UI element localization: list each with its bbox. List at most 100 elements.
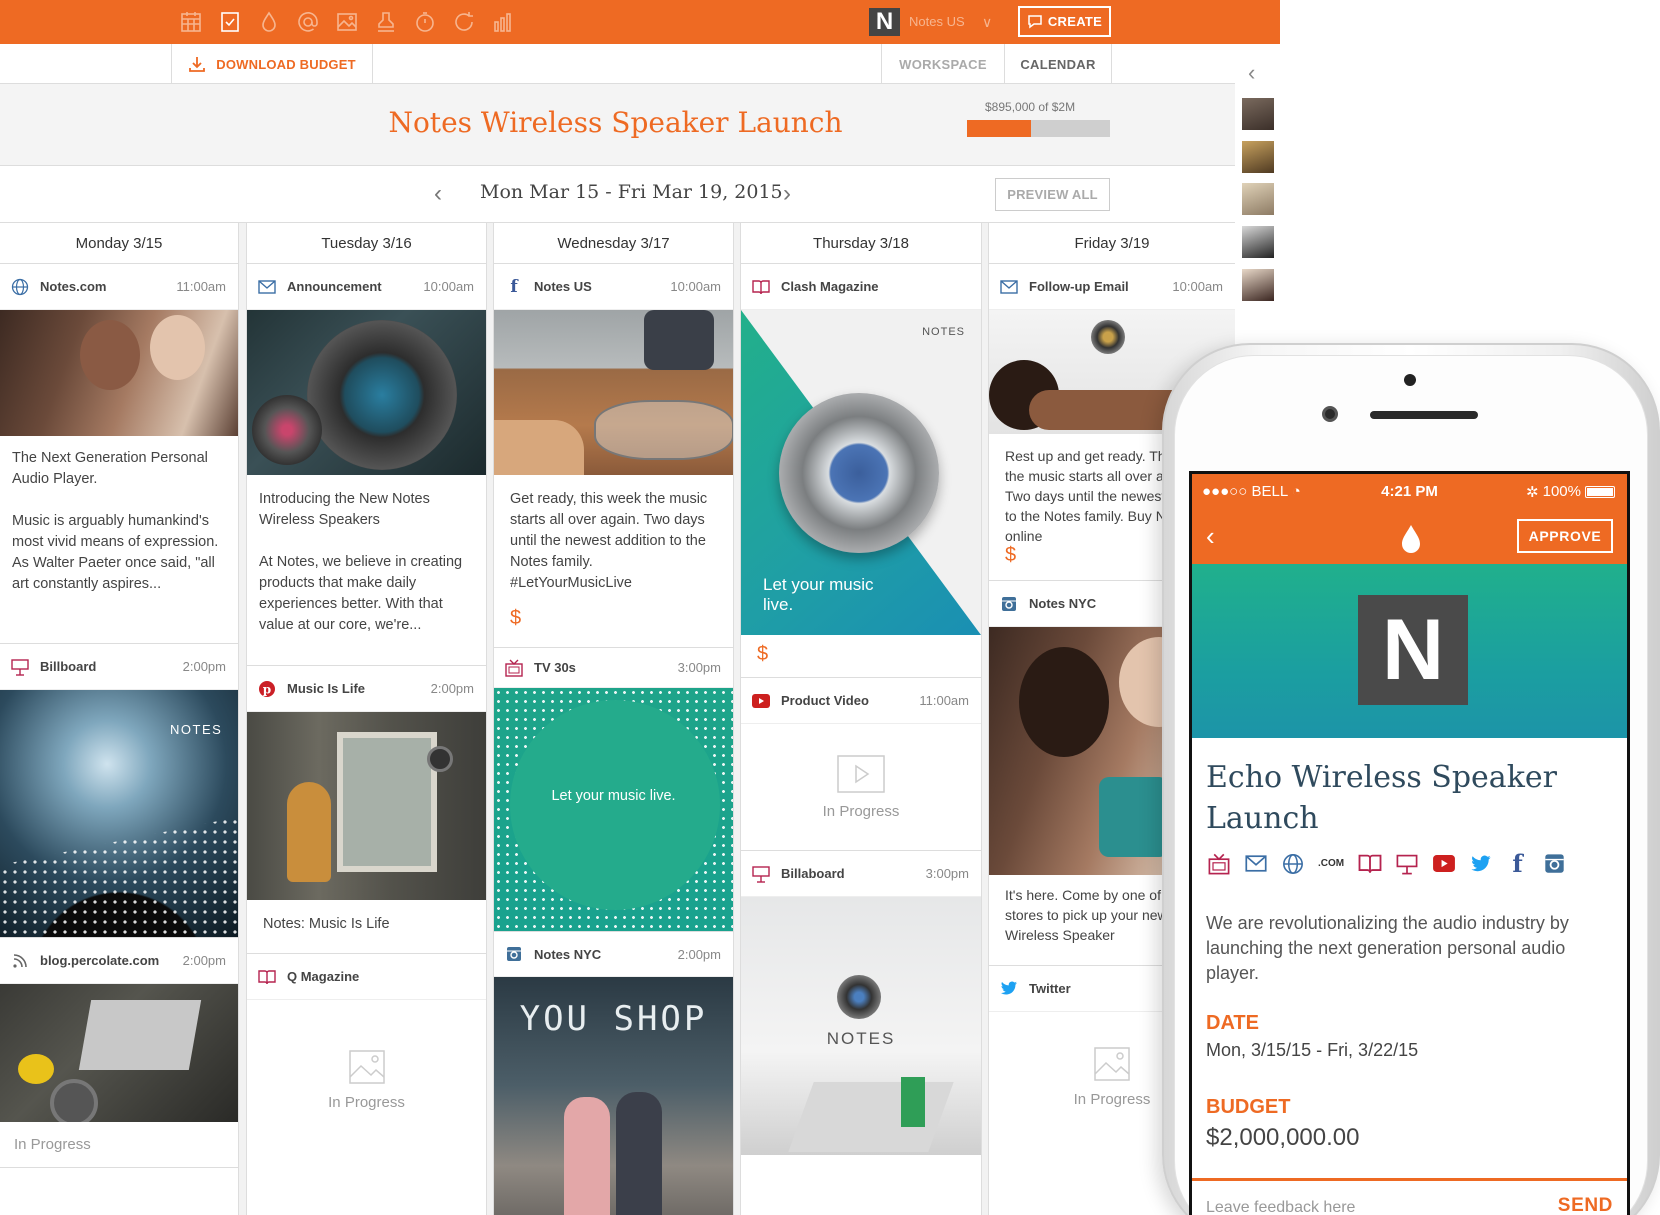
card-image	[494, 310, 733, 475]
drop-logo-icon	[1402, 525, 1420, 553]
day-header: Tuesday 3/16	[247, 223, 486, 264]
create-button[interactable]: CREATE	[1018, 6, 1111, 37]
content-card[interactable]: p Music Is Life 2:00pm Notes: Music Is L…	[247, 666, 486, 954]
card-image: NOTES	[0, 690, 238, 937]
tv-icon	[504, 658, 524, 678]
image-overlay-text: Let your music live.	[763, 575, 874, 614]
phone-camera	[1322, 406, 1338, 422]
tab-workspace[interactable]: WORKSPACE	[881, 44, 1004, 84]
globe-icon[interactable]	[1280, 851, 1305, 876]
avatar[interactable]	[1242, 141, 1274, 173]
card-text: Get ready, this week the music starts al…	[510, 491, 708, 591]
send-button[interactable]: SEND	[1558, 1195, 1613, 1215]
content-card[interactable]: Billaboard 3:00pm NOTES	[741, 851, 981, 1155]
content-card[interactable]: Billboard 2:00pm NOTES	[0, 644, 238, 938]
brand-mark: NOTES	[922, 326, 965, 338]
phone-speaker	[1370, 411, 1478, 419]
budget-label: BUDGET	[1206, 1096, 1291, 1118]
content-card[interactable]: TV 30s 3:00pm Let your music live.	[494, 648, 733, 932]
campaign-title: Echo Wireless Speaker Launch	[1206, 760, 1557, 836]
mobile-nav-bar: ‹ APPROVE	[1192, 509, 1627, 564]
toolbar-icons	[178, 9, 516, 35]
preview-all-button[interactable]: PREVIEW ALL	[995, 178, 1110, 211]
back-chevron-icon[interactable]: ‹	[1206, 521, 1215, 552]
card-header: Billaboard 3:00pm	[741, 851, 981, 897]
card-time: 11:00am	[176, 279, 226, 294]
status-bar: ●●●○○ BELL ◔ 4:21 PM ✲ 100%	[1192, 474, 1627, 509]
phone-sensor	[1404, 374, 1416, 386]
chat-bubble-icon	[1028, 14, 1042, 28]
content-card[interactable]: Clash Magazine NOTES Let your music live…	[741, 264, 981, 678]
day-column-wednesday: Wednesday 3/17 f Notes US 10:00am Get re…	[493, 223, 734, 1215]
card-channel: Q Magazine	[287, 969, 360, 984]
billboard-icon[interactable]	[1394, 851, 1419, 876]
instagram-icon[interactable]	[1542, 851, 1567, 876]
chevron-down-icon[interactable]: ∨	[982, 14, 992, 31]
mention-icon[interactable]	[295, 9, 321, 35]
phone-screen: ●●●○○ BELL ◔ 4:21 PM ✲ 100% ‹ APPROVE N E…	[1189, 471, 1630, 1215]
card-image: NOTES Let your music live.	[741, 310, 981, 635]
card-time: 2:00pm	[430, 681, 474, 696]
dotcom-icon[interactable]: .COM	[1317, 851, 1345, 876]
rss-icon	[10, 951, 30, 971]
download-budget-button[interactable]: DOWNLOAD BUDGET	[171, 44, 373, 84]
card-image	[247, 712, 486, 900]
card-time: 2:00pm	[677, 946, 721, 962]
timer-icon[interactable]	[412, 9, 438, 35]
calendar-icon[interactable]	[178, 9, 204, 35]
card-channel: Notes.com	[40, 279, 107, 294]
checklist-icon[interactable]	[217, 9, 243, 35]
content-card[interactable]: Notes.com 11:00am The Next Generation Pe…	[0, 264, 238, 644]
card-channel: Notes NYC	[534, 946, 602, 962]
twitter-icon[interactable]	[1468, 851, 1493, 876]
top-toolbar: N Notes US ∨ CREATE	[0, 0, 1280, 44]
tab-calendar[interactable]: CALENDAR	[1004, 44, 1112, 84]
drop-icon[interactable]	[256, 9, 282, 35]
card-status: In Progress	[14, 1136, 91, 1153]
content-card[interactable]: f Notes US 10:00am Get ready, this week …	[494, 264, 733, 648]
content-card[interactable]: Notes NYC 2:00pm YOU SHOP	[494, 932, 733, 1215]
mail-icon	[999, 277, 1019, 297]
chevron-right-icon[interactable]: ›	[783, 180, 791, 208]
facebook-icon: f	[510, 276, 518, 297]
brand-logo[interactable]: N	[869, 8, 900, 36]
card-header: Billboard 2:00pm	[0, 644, 238, 690]
bar-chart-icon[interactable]	[490, 9, 516, 35]
card-header: Notes.com 11:00am	[0, 264, 238, 310]
avatar[interactable]	[1242, 269, 1274, 301]
mail-icon	[257, 277, 277, 297]
tv-icon[interactable]	[1206, 851, 1231, 876]
chevron-left-icon[interactable]: ‹	[1248, 60, 1255, 86]
content-card[interactable]: Q Magazine In Progress	[247, 954, 486, 1160]
avatar[interactable]	[1242, 183, 1274, 215]
chevron-left-icon[interactable]: ‹	[434, 180, 442, 208]
image-placeholder-icon	[348, 1049, 385, 1084]
card-text: Notes: Music Is Life	[263, 916, 390, 932]
facebook-icon[interactable]: f	[1505, 849, 1530, 878]
approve-button[interactable]: APPROVE	[1517, 519, 1613, 553]
card-channel: Clash Magazine	[781, 279, 879, 294]
content-card[interactable]: Product Video 11:00am In Progress	[741, 678, 981, 851]
refresh-icon[interactable]	[451, 9, 477, 35]
mobile-app: ●●●○○ BELL ◔ 4:21 PM ✲ 100% ‹ APPROVE N E…	[1192, 474, 1627, 1215]
day-header: Friday 3/19	[989, 223, 1235, 264]
instagram-icon	[999, 594, 1019, 614]
mail-icon[interactable]	[1243, 851, 1268, 876]
feedback-input[interactable]: Leave feedback here	[1206, 1199, 1355, 1215]
youtube-icon[interactable]	[1431, 851, 1456, 876]
content-card[interactable]: Announcement 10:00am Introducing the New…	[247, 264, 486, 666]
card-time: 2:00pm	[182, 659, 226, 674]
card-channel: TV 30s	[534, 660, 576, 675]
budget-dollar-icon: $	[510, 607, 522, 629]
budget-progress-fill	[967, 120, 1031, 137]
day-column-thursday: Thursday 3/18 Clash Magazine NOTES Let y…	[740, 223, 982, 1215]
avatar[interactable]	[1242, 226, 1274, 258]
bluetooth-icon: ✲	[1526, 483, 1539, 501]
stamp-icon[interactable]	[373, 9, 399, 35]
image-icon[interactable]	[334, 9, 360, 35]
card-image: YOU SHOP	[494, 977, 733, 1215]
content-card[interactable]: blog.percolate.com 2:00pm In Progress	[0, 938, 238, 1168]
brand-selector[interactable]: Notes US	[909, 14, 965, 29]
avatar[interactable]	[1242, 98, 1274, 130]
book-icon[interactable]	[1357, 851, 1382, 876]
